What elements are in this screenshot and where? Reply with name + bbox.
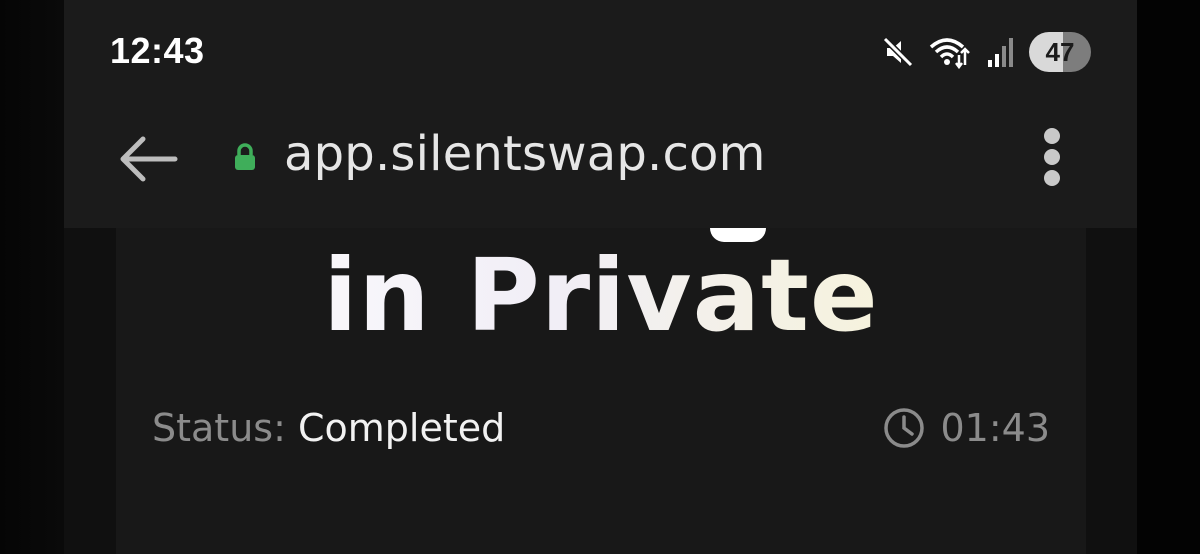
signal-icon (987, 36, 1015, 68)
browser-url-bar: app.silentswap.com (64, 100, 1137, 228)
clock-icon (884, 408, 925, 448)
lock-icon (232, 142, 258, 176)
wifi-icon (929, 35, 973, 69)
mute-icon (881, 35, 915, 69)
swap-card: in Private Status: Completed 01:43 (116, 228, 1086, 554)
page-content: in Private Status: Completed 01:43 (64, 228, 1137, 554)
page-headline: in Private (116, 234, 1086, 358)
screen-bezel-right (1137, 0, 1200, 554)
back-arrow-icon (120, 136, 178, 182)
status-icons: 47 (881, 32, 1091, 72)
back-button[interactable] (108, 124, 188, 194)
status-label: Status: (152, 406, 286, 450)
status-value: Completed (297, 406, 506, 450)
status-bar: 12:43 47 (64, 0, 1137, 100)
battery-level: 47 (1045, 36, 1075, 67)
more-vert-icon[interactable] (1030, 124, 1074, 190)
url-field[interactable]: app.silentswap.com (284, 126, 766, 182)
screen-bezel-left (0, 0, 64, 554)
timer-value: 01:43 (940, 406, 1050, 450)
swap-timer: 01:43 (882, 406, 1050, 450)
swap-status: Status: Completed (152, 406, 505, 450)
status-clock: 12:43 (110, 30, 205, 71)
battery-icon: 47 (1029, 32, 1091, 72)
phone-screen: 12:43 47 app.silentswap.com in Private S… (64, 0, 1137, 554)
